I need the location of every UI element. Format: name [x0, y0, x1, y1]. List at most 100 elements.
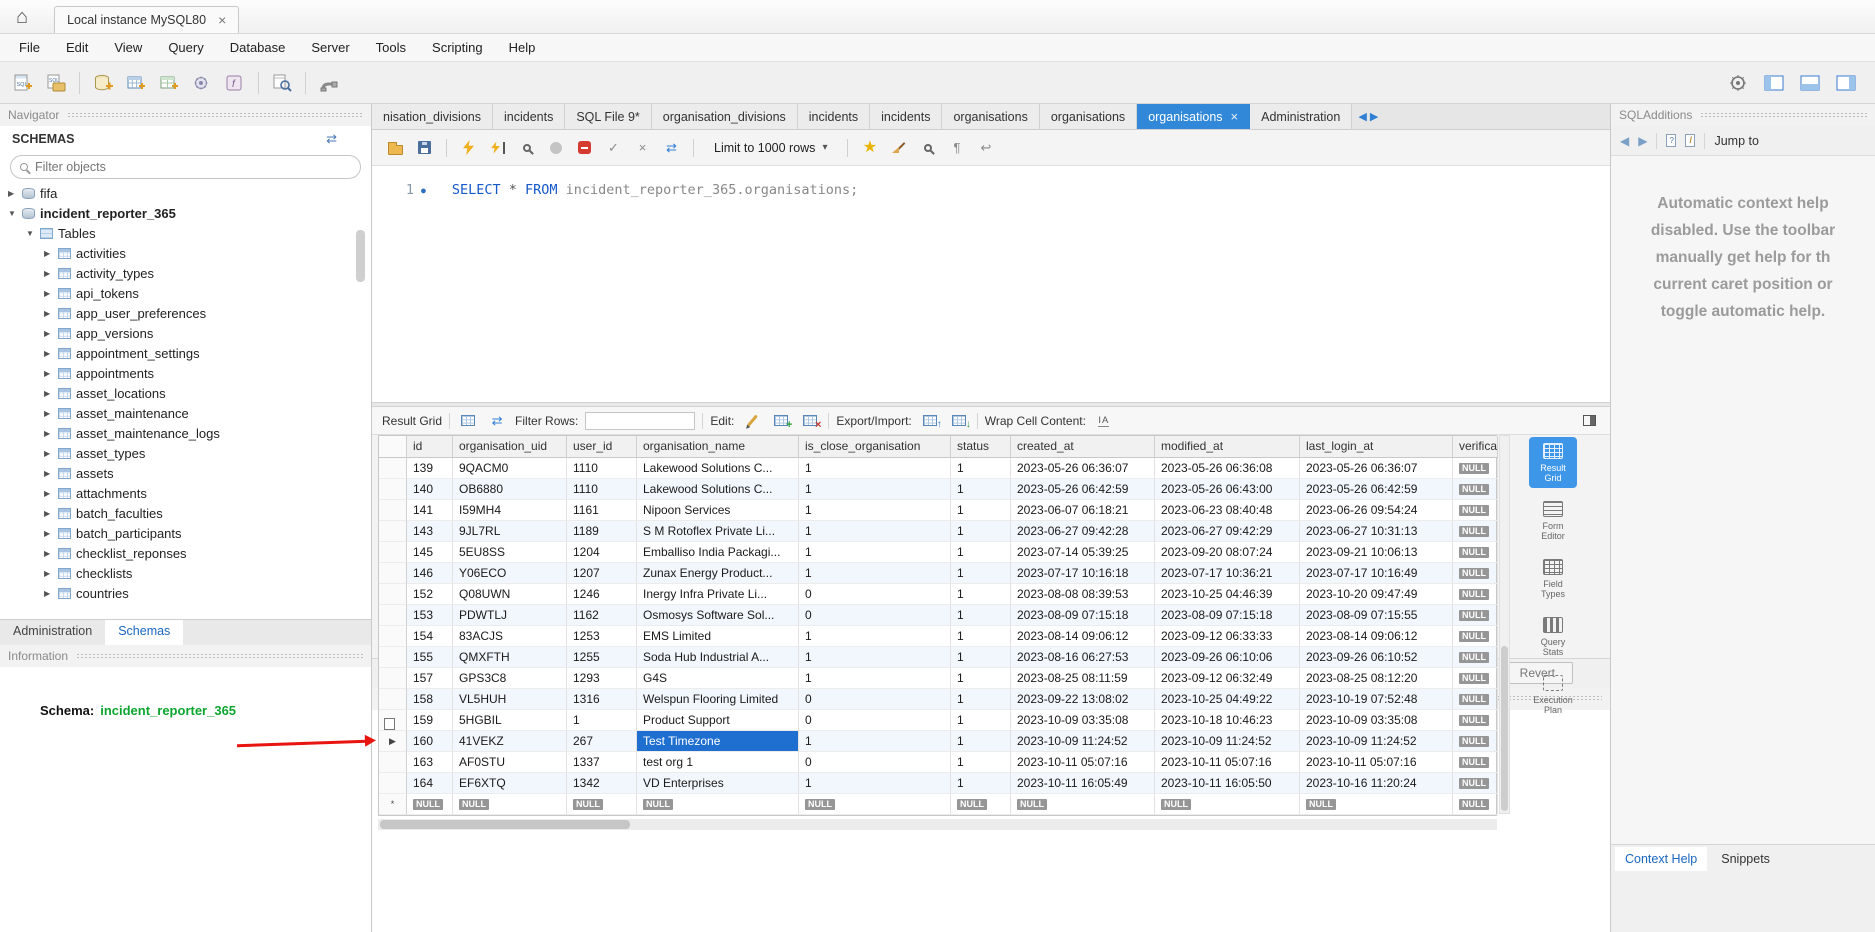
grid-cell[interactable]: 1316 — [567, 689, 637, 710]
strip-query-stats[interactable]: QueryStats — [1529, 611, 1577, 662]
grid-cell[interactable]: NULL — [637, 794, 799, 815]
grid-cell[interactable]: 157 — [407, 668, 453, 689]
wrap-text-icon[interactable]: ↩ — [972, 135, 999, 161]
grid-cell[interactable]: 1 — [799, 668, 951, 689]
grid-cell[interactable]: 2023-06-27 09:42:29 — [1155, 521, 1300, 542]
tree-item-app-versions[interactable]: ▶app_versions — [0, 323, 371, 343]
grid-cell[interactable]: 1 — [799, 479, 951, 500]
grid-horizontal-scrollbar[interactable] — [378, 819, 1497, 830]
refresh-schemas-icon[interactable]: ⇄ — [326, 131, 337, 147]
query-tab-organisations[interactable]: organisations× — [1137, 104, 1250, 129]
grid-cell[interactable]: VL5HUH — [453, 689, 567, 710]
query-tab-organisation-divisions[interactable]: organisation_divisions — [652, 104, 798, 129]
grid-cell[interactable]: 2023-06-26 09:54:24 — [1300, 500, 1453, 521]
table-row[interactable]: 1439JL7RL1189S M Rotoflex Private Li...1… — [379, 521, 1496, 542]
grid-cell[interactable]: 5HGBIL — [453, 710, 567, 731]
strip-execution-plan[interactable]: ExecutionPlan — [1529, 669, 1577, 720]
schema-filter[interactable] — [10, 155, 361, 179]
grid-cell[interactable]: VD Enterprises — [637, 773, 799, 794]
create-schema-icon[interactable] — [88, 69, 118, 97]
grid-cell[interactable]: 2023-10-11 05:07:16 — [1011, 752, 1155, 773]
grid-cell[interactable]: 160 — [407, 731, 453, 752]
menu-server[interactable]: Server — [298, 40, 362, 55]
column-header-organisation-name[interactable]: organisation_name — [637, 436, 799, 458]
table-row[interactable]: ▶16041VEKZ267Test Timezone112023-10-09 1… — [379, 731, 1496, 752]
grid-cell[interactable]: 2023-09-22 13:08:02 — [1011, 689, 1155, 710]
grid-cell[interactable]: NULL — [407, 794, 453, 815]
tree-item-tables[interactable]: ▼Tables — [0, 223, 371, 243]
grid-cell[interactable]: 2023-10-20 09:47:49 — [1300, 584, 1453, 605]
grid-cell[interactable]: NULL — [1453, 710, 1498, 731]
tree-item-checklist-reponses[interactable]: ▶checklist_reponses — [0, 543, 371, 563]
grid-cell[interactable]: 2023-07-17 10:16:18 — [1011, 563, 1155, 584]
grid-cell[interactable]: 1 — [799, 773, 951, 794]
grid-cell[interactable]: 2023-05-26 06:43:00 — [1155, 479, 1300, 500]
tab-context-help[interactable]: Context Help — [1615, 847, 1707, 871]
grid-cell[interactable]: 1 — [951, 773, 1011, 794]
close-icon[interactable]: × — [218, 12, 226, 28]
jump-to-label[interactable]: Jump to — [1714, 134, 1758, 148]
grid-cell[interactable]: Welspun Flooring Limited — [637, 689, 799, 710]
find-icon[interactable] — [914, 135, 941, 161]
grid-cell[interactable]: 164 — [407, 773, 453, 794]
tree-item-assets[interactable]: ▶assets — [0, 463, 371, 483]
grid-cell[interactable]: 1 — [799, 647, 951, 668]
grid-cell[interactable]: NULL — [1453, 626, 1498, 647]
grid-cell[interactable]: 2023-10-09 03:35:08 — [1011, 710, 1155, 731]
grid-cell[interactable]: 163 — [407, 752, 453, 773]
strip-field-types[interactable]: FieldTypes — [1529, 553, 1577, 604]
grid-cell[interactable]: 1110 — [567, 458, 637, 479]
collapse-icon[interactable]: ▼ — [26, 229, 38, 238]
grid-cell[interactable]: 1 — [951, 668, 1011, 689]
grid-cell[interactable]: 1 — [951, 626, 1011, 647]
grid-cell[interactable]: 2023-08-25 08:12:20 — [1300, 668, 1453, 689]
grid-vertical-scrollbar[interactable] — [1499, 435, 1510, 814]
grid-cell[interactable]: 1161 — [567, 500, 637, 521]
tree-item-appointments[interactable]: ▶appointments — [0, 363, 371, 383]
tree-item-asset-maintenance-logs[interactable]: ▶asset_maintenance_logs — [0, 423, 371, 443]
grid-cell[interactable]: EMS Limited — [637, 626, 799, 647]
grid-cell[interactable]: NULL — [1300, 794, 1453, 815]
grid-cell[interactable]: Product Support — [637, 710, 799, 731]
grid-cell[interactable]: 158 — [407, 689, 453, 710]
grid-cell[interactable]: 0 — [799, 689, 951, 710]
grid-cell[interactable]: GPS3C8 — [453, 668, 567, 689]
toggle-output-area-icon[interactable] — [1795, 69, 1825, 97]
query-tab-organisations[interactable]: organisations — [1040, 104, 1137, 129]
strip-form-editor[interactable]: FormEditor — [1529, 495, 1577, 546]
execute-icon[interactable] — [455, 135, 482, 161]
grid-cell[interactable]: 2023-09-26 06:10:52 — [1300, 647, 1453, 668]
expand-icon[interactable]: ▶ — [44, 509, 56, 518]
grid-cell[interactable]: NULL — [1453, 521, 1498, 542]
column-header-user-id[interactable]: user_id — [567, 436, 637, 458]
tree-item-fifa[interactable]: ▶fifa — [0, 183, 371, 203]
grid-cell[interactable]: NULL — [799, 794, 951, 815]
table-row[interactable]: 1455EU8SS1204Emballiso India Packagi...1… — [379, 542, 1496, 563]
grid-cell[interactable]: 0 — [799, 584, 951, 605]
query-tab-organisations[interactable]: organisations — [942, 104, 1039, 129]
menu-edit[interactable]: Edit — [53, 40, 101, 55]
export-icon[interactable] — [919, 410, 941, 432]
new-sql-tab-icon[interactable]: SQL — [8, 69, 38, 97]
grid-cell[interactable]: 5EU8SS — [453, 542, 567, 563]
grid-cell[interactable]: PDWTLJ — [453, 605, 567, 626]
grid-cell[interactable]: 0 — [799, 752, 951, 773]
grid-cell[interactable]: 267 — [567, 731, 637, 752]
grid-cell[interactable]: 1 — [951, 689, 1011, 710]
save-script-icon[interactable] — [411, 135, 438, 161]
grid-cell[interactable]: 1189 — [567, 521, 637, 542]
grid-cell[interactable]: 154 — [407, 626, 453, 647]
table-row[interactable]: 152Q08UWN1246Inergy Infra Private Li...0… — [379, 584, 1496, 605]
grid-cell[interactable]: 2023-07-17 10:36:21 — [1155, 563, 1300, 584]
grid-cell[interactable]: 2023-10-11 05:07:16 — [1300, 752, 1453, 773]
menu-file[interactable]: File — [6, 40, 53, 55]
expand-icon[interactable]: ▶ — [44, 369, 56, 378]
query-tab-incidents[interactable]: incidents — [870, 104, 942, 129]
grid-cell[interactable]: NULL — [1453, 542, 1498, 563]
rollback-icon[interactable]: × — [629, 135, 656, 161]
grid-cell[interactable]: NULL — [1453, 479, 1498, 500]
tab-scroll-next-icon[interactable]: ▶ — [1370, 110, 1378, 123]
grid-cell[interactable]: 159 — [407, 710, 453, 731]
tree-item-attachments[interactable]: ▶attachments — [0, 483, 371, 503]
tree-item-incident-reporter-365[interactable]: ▼incident_reporter_365 — [0, 203, 371, 223]
